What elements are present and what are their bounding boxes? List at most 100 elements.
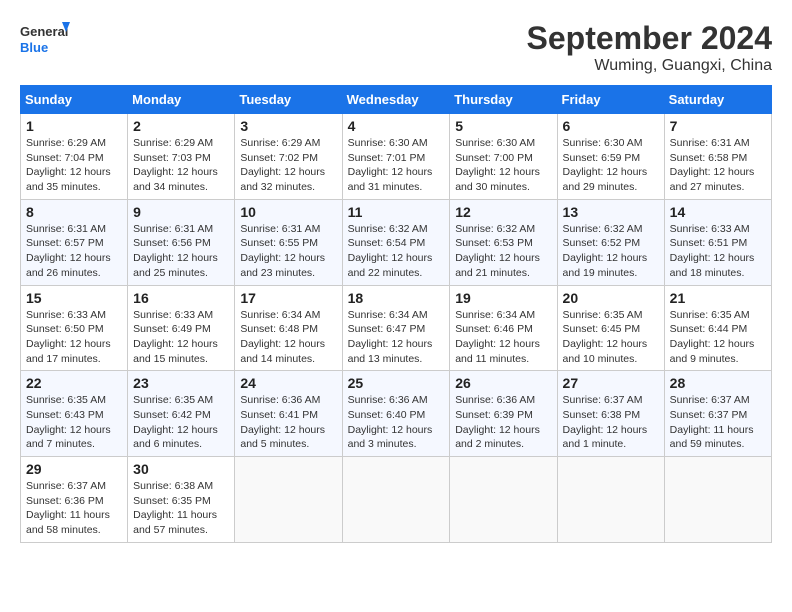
day-number: 9 xyxy=(133,204,229,220)
day-info: Sunrise: 6:36 AM Sunset: 6:39 PM Dayligh… xyxy=(455,393,551,452)
day-number: 11 xyxy=(348,204,445,220)
title-block: September 2024 Wuming, Guangxi, China xyxy=(527,20,772,75)
day-number: 21 xyxy=(670,290,766,306)
calendar-week-2: 8 Sunrise: 6:31 AM Sunset: 6:57 PM Dayli… xyxy=(21,199,772,285)
day-info: Sunrise: 6:33 AM Sunset: 6:49 PM Dayligh… xyxy=(133,308,229,367)
col-wednesday: Wednesday xyxy=(342,86,450,114)
calendar-week-4: 22 Sunrise: 6:35 AM Sunset: 6:43 PM Dayl… xyxy=(21,371,772,457)
day-info: Sunrise: 6:32 AM Sunset: 6:53 PM Dayligh… xyxy=(455,222,551,281)
day-number: 27 xyxy=(563,375,659,391)
empty-cell xyxy=(557,457,664,543)
col-sunday: Sunday xyxy=(21,86,128,114)
day-info: Sunrise: 6:30 AM Sunset: 7:01 PM Dayligh… xyxy=(348,136,445,195)
day-24: 24 Sunrise: 6:36 AM Sunset: 6:41 PM Dayl… xyxy=(235,371,342,457)
calendar-week-3: 15 Sunrise: 6:33 AM Sunset: 6:50 PM Dayl… xyxy=(21,285,772,371)
day-19: 19 Sunrise: 6:34 AM Sunset: 6:46 PM Dayl… xyxy=(450,285,557,371)
day-info: Sunrise: 6:31 AM Sunset: 6:58 PM Dayligh… xyxy=(670,136,766,195)
calendar-header-row: Sunday Monday Tuesday Wednesday Thursday… xyxy=(21,86,772,114)
day-number: 4 xyxy=(348,118,445,134)
day-number: 5 xyxy=(455,118,551,134)
day-info: Sunrise: 6:29 AM Sunset: 7:04 PM Dayligh… xyxy=(26,136,122,195)
day-9: 9 Sunrise: 6:31 AM Sunset: 6:56 PM Dayli… xyxy=(128,199,235,285)
day-info: Sunrise: 6:36 AM Sunset: 6:41 PM Dayligh… xyxy=(240,393,336,452)
col-friday: Friday xyxy=(557,86,664,114)
day-2: 2 Sunrise: 6:29 AM Sunset: 7:03 PM Dayli… xyxy=(128,114,235,200)
day-info: Sunrise: 6:35 AM Sunset: 6:42 PM Dayligh… xyxy=(133,393,229,452)
day-info: Sunrise: 6:30 AM Sunset: 7:00 PM Dayligh… xyxy=(455,136,551,195)
day-number: 19 xyxy=(455,290,551,306)
day-7: 7 Sunrise: 6:31 AM Sunset: 6:58 PM Dayli… xyxy=(664,114,771,200)
col-thursday: Thursday xyxy=(450,86,557,114)
svg-text:General: General xyxy=(20,24,68,39)
logo-icon: General Blue xyxy=(20,20,70,60)
day-number: 16 xyxy=(133,290,229,306)
page-header: General Blue September 2024 Wuming, Guan… xyxy=(20,20,772,75)
day-number: 2 xyxy=(133,118,229,134)
day-16: 16 Sunrise: 6:33 AM Sunset: 6:49 PM Dayl… xyxy=(128,285,235,371)
day-5: 5 Sunrise: 6:30 AM Sunset: 7:00 PM Dayli… xyxy=(450,114,557,200)
col-tuesday: Tuesday xyxy=(235,86,342,114)
day-number: 17 xyxy=(240,290,336,306)
calendar-week-1: 1 Sunrise: 6:29 AM Sunset: 7:04 PM Dayli… xyxy=(21,114,772,200)
day-number: 1 xyxy=(26,118,122,134)
day-info: Sunrise: 6:36 AM Sunset: 6:40 PM Dayligh… xyxy=(348,393,445,452)
day-info: Sunrise: 6:33 AM Sunset: 6:51 PM Dayligh… xyxy=(670,222,766,281)
day-info: Sunrise: 6:32 AM Sunset: 6:52 PM Dayligh… xyxy=(563,222,659,281)
day-number: 6 xyxy=(563,118,659,134)
day-4: 4 Sunrise: 6:30 AM Sunset: 7:01 PM Dayli… xyxy=(342,114,450,200)
day-10: 10 Sunrise: 6:31 AM Sunset: 6:55 PM Dayl… xyxy=(235,199,342,285)
calendar-table: Sunday Monday Tuesday Wednesday Thursday… xyxy=(20,85,772,543)
day-number: 25 xyxy=(348,375,445,391)
day-3: 3 Sunrise: 6:29 AM Sunset: 7:02 PM Dayli… xyxy=(235,114,342,200)
day-27: 27 Sunrise: 6:37 AM Sunset: 6:38 PM Dayl… xyxy=(557,371,664,457)
day-info: Sunrise: 6:31 AM Sunset: 6:55 PM Dayligh… xyxy=(240,222,336,281)
day-number: 26 xyxy=(455,375,551,391)
day-1: 1 Sunrise: 6:29 AM Sunset: 7:04 PM Dayli… xyxy=(21,114,128,200)
day-number: 29 xyxy=(26,461,122,477)
day-number: 18 xyxy=(348,290,445,306)
day-number: 10 xyxy=(240,204,336,220)
day-6: 6 Sunrise: 6:30 AM Sunset: 6:59 PM Dayli… xyxy=(557,114,664,200)
day-info: Sunrise: 6:37 AM Sunset: 6:36 PM Dayligh… xyxy=(26,479,122,538)
col-saturday: Saturday xyxy=(664,86,771,114)
day-number: 23 xyxy=(133,375,229,391)
day-26: 26 Sunrise: 6:36 AM Sunset: 6:39 PM Dayl… xyxy=(450,371,557,457)
day-17: 17 Sunrise: 6:34 AM Sunset: 6:48 PM Dayl… xyxy=(235,285,342,371)
day-22: 22 Sunrise: 6:35 AM Sunset: 6:43 PM Dayl… xyxy=(21,371,128,457)
day-info: Sunrise: 6:34 AM Sunset: 6:47 PM Dayligh… xyxy=(348,308,445,367)
day-20: 20 Sunrise: 6:35 AM Sunset: 6:45 PM Dayl… xyxy=(557,285,664,371)
calendar-week-5: 29 Sunrise: 6:37 AM Sunset: 6:36 PM Dayl… xyxy=(21,457,772,543)
day-info: Sunrise: 6:29 AM Sunset: 7:02 PM Dayligh… xyxy=(240,136,336,195)
day-12: 12 Sunrise: 6:32 AM Sunset: 6:53 PM Dayl… xyxy=(450,199,557,285)
day-number: 20 xyxy=(563,290,659,306)
day-18: 18 Sunrise: 6:34 AM Sunset: 6:47 PM Dayl… xyxy=(342,285,450,371)
day-number: 15 xyxy=(26,290,122,306)
svg-text:Blue: Blue xyxy=(20,40,48,55)
day-number: 30 xyxy=(133,461,229,477)
day-info: Sunrise: 6:35 AM Sunset: 6:44 PM Dayligh… xyxy=(670,308,766,367)
day-info: Sunrise: 6:31 AM Sunset: 6:56 PM Dayligh… xyxy=(133,222,229,281)
day-info: Sunrise: 6:32 AM Sunset: 6:54 PM Dayligh… xyxy=(348,222,445,281)
day-info: Sunrise: 6:37 AM Sunset: 6:38 PM Dayligh… xyxy=(563,393,659,452)
day-30: 30 Sunrise: 6:38 AM Sunset: 6:35 PM Dayl… xyxy=(128,457,235,543)
day-info: Sunrise: 6:29 AM Sunset: 7:03 PM Dayligh… xyxy=(133,136,229,195)
day-info: Sunrise: 6:33 AM Sunset: 6:50 PM Dayligh… xyxy=(26,308,122,367)
day-number: 7 xyxy=(670,118,766,134)
day-number: 14 xyxy=(670,204,766,220)
day-28: 28 Sunrise: 6:37 AM Sunset: 6:37 PM Dayl… xyxy=(664,371,771,457)
calendar-body: 1 Sunrise: 6:29 AM Sunset: 7:04 PM Dayli… xyxy=(21,114,772,543)
day-info: Sunrise: 6:30 AM Sunset: 6:59 PM Dayligh… xyxy=(563,136,659,195)
day-number: 12 xyxy=(455,204,551,220)
day-23: 23 Sunrise: 6:35 AM Sunset: 6:42 PM Dayl… xyxy=(128,371,235,457)
day-number: 8 xyxy=(26,204,122,220)
day-21: 21 Sunrise: 6:35 AM Sunset: 6:44 PM Dayl… xyxy=(664,285,771,371)
day-info: Sunrise: 6:34 AM Sunset: 6:48 PM Dayligh… xyxy=(240,308,336,367)
day-info: Sunrise: 6:34 AM Sunset: 6:46 PM Dayligh… xyxy=(455,308,551,367)
day-info: Sunrise: 6:31 AM Sunset: 6:57 PM Dayligh… xyxy=(26,222,122,281)
day-29: 29 Sunrise: 6:37 AM Sunset: 6:36 PM Dayl… xyxy=(21,457,128,543)
day-info: Sunrise: 6:38 AM Sunset: 6:35 PM Dayligh… xyxy=(133,479,229,538)
day-number: 13 xyxy=(563,204,659,220)
day-8: 8 Sunrise: 6:31 AM Sunset: 6:57 PM Dayli… xyxy=(21,199,128,285)
col-monday: Monday xyxy=(128,86,235,114)
day-info: Sunrise: 6:35 AM Sunset: 6:45 PM Dayligh… xyxy=(563,308,659,367)
